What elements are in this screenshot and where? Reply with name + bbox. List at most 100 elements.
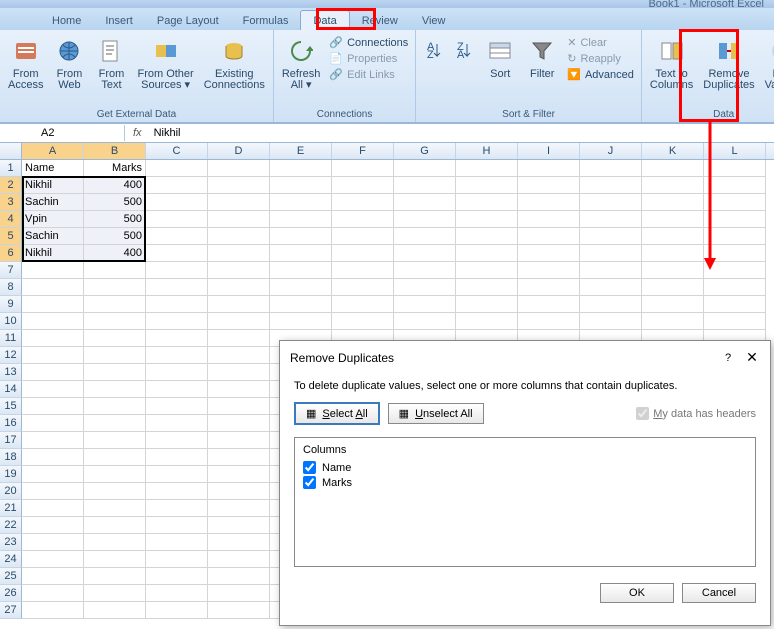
cell[interactable] [146,313,208,330]
cell[interactable] [704,313,766,330]
cell[interactable] [642,160,704,177]
refresh-all-button[interactable]: Refresh All ▾ [278,33,325,108]
cell[interactable] [22,262,84,279]
cell[interactable] [208,177,270,194]
cell[interactable] [84,415,146,432]
cell[interactable] [580,228,642,245]
cell[interactable] [704,296,766,313]
cell[interactable] [146,194,208,211]
cell[interactable] [332,194,394,211]
row-header[interactable]: 24 [0,551,22,568]
cell[interactable] [456,296,518,313]
cell[interactable] [208,568,270,585]
cell[interactable] [84,381,146,398]
connections-button[interactable]: 🔗Connections [326,35,411,50]
cell[interactable] [84,517,146,534]
cell[interactable] [22,364,84,381]
from-access-button[interactable]: From Access [4,33,47,108]
cell[interactable] [22,551,84,568]
cell[interactable] [270,313,332,330]
cell[interactable] [146,534,208,551]
cell[interactable] [394,296,456,313]
cell[interactable] [580,177,642,194]
cell[interactable] [394,228,456,245]
row-header[interactable]: 5 [0,228,22,245]
cell[interactable] [22,602,84,619]
tab-home[interactable]: Home [40,11,93,30]
cell[interactable]: Marks [84,160,146,177]
cell[interactable] [146,449,208,466]
row-header[interactable]: 14 [0,381,22,398]
from-web-button[interactable]: From Web [49,33,89,108]
cell[interactable] [518,160,580,177]
cell[interactable] [146,245,208,262]
cell[interactable] [208,194,270,211]
cell[interactable] [84,568,146,585]
cell[interactable] [146,483,208,500]
cell[interactable] [208,160,270,177]
cell[interactable] [146,432,208,449]
unselect-all-button[interactable]: ▦Unselect All [388,403,484,424]
cell[interactable] [332,211,394,228]
cell[interactable] [394,313,456,330]
col-header[interactable]: A [22,143,84,159]
cell[interactable] [84,296,146,313]
advanced-button[interactable]: 🔽Advanced [564,67,637,82]
cell[interactable] [642,245,704,262]
cell[interactable] [332,313,394,330]
cell[interactable] [84,432,146,449]
cell[interactable] [84,262,146,279]
cell[interactable] [22,500,84,517]
cell[interactable] [456,313,518,330]
row-header[interactable]: 22 [0,517,22,534]
cell[interactable] [208,551,270,568]
cell[interactable]: Vpin [22,211,84,228]
cell[interactable] [208,245,270,262]
cell[interactable]: 400 [84,177,146,194]
cell[interactable] [332,177,394,194]
cell[interactable] [208,364,270,381]
cell[interactable] [146,517,208,534]
cell[interactable] [146,262,208,279]
sort-za-button[interactable]: ZA [450,33,478,108]
cell[interactable] [22,568,84,585]
cell[interactable] [332,160,394,177]
cell[interactable] [394,211,456,228]
cell[interactable] [146,228,208,245]
tab-insert[interactable]: Insert [93,11,145,30]
cell[interactable] [270,160,332,177]
cell[interactable] [146,330,208,347]
cell[interactable] [84,602,146,619]
cell[interactable] [394,279,456,296]
close-button[interactable]: ✕ [744,349,760,366]
properties-button[interactable]: 📄Properties [326,51,411,66]
cell[interactable] [270,228,332,245]
col-header[interactable]: D [208,143,270,159]
cell[interactable] [146,568,208,585]
cell[interactable] [642,228,704,245]
cell[interactable] [642,177,704,194]
tab-formulas[interactable]: Formulas [231,11,301,30]
cell[interactable] [208,381,270,398]
text-to-columns-button[interactable]: Text to Columns [646,33,697,108]
cell[interactable] [518,228,580,245]
cell[interactable] [270,194,332,211]
col-header[interactable]: H [456,143,518,159]
cell[interactable] [22,313,84,330]
cell[interactable] [208,602,270,619]
clear-button[interactable]: ✕Clear [564,35,637,50]
cell[interactable] [642,211,704,228]
cell[interactable] [208,347,270,364]
cell[interactable] [146,296,208,313]
cell[interactable] [208,330,270,347]
cell[interactable] [84,483,146,500]
col-header[interactable]: K [642,143,704,159]
cell[interactable] [518,262,580,279]
cell[interactable] [146,500,208,517]
cell[interactable] [332,245,394,262]
cell[interactable]: 500 [84,228,146,245]
cell[interactable] [394,262,456,279]
col-header[interactable]: E [270,143,332,159]
remove-duplicates-button[interactable]: Remove Duplicates [699,33,758,108]
cell[interactable] [580,279,642,296]
